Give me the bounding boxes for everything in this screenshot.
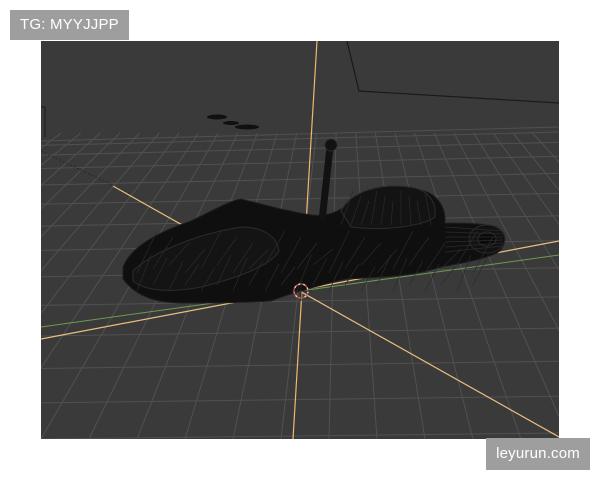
dashed-helper-line — [41, 150, 130, 194]
watermark-bottom-right: leyurun.com — [486, 438, 590, 470]
page: TG: MYYJJPP leyurun.com — [0, 0, 600, 480]
view-frame-corner — [41, 106, 46, 137]
viewport-canvas[interactable] — [41, 41, 559, 439]
camera-boundary-line — [346, 41, 559, 104]
watermark-top-left: TG: MYYJJPP — [10, 10, 129, 40]
3d-viewport[interactable] — [41, 41, 559, 439]
floating-debris[interactable] — [207, 114, 259, 130]
